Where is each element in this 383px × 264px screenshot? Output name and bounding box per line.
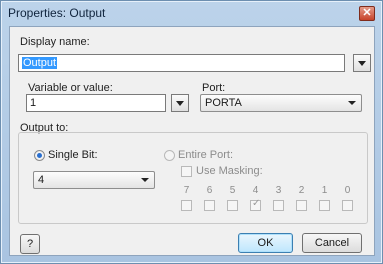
close-icon[interactable]: ✕ <box>359 6 375 21</box>
port-select[interactable]: PORTA <box>200 94 362 112</box>
dialog-body: Display name: Output Variable or value: … <box>9 26 375 256</box>
bit-select[interactable]: 4 <box>33 171 155 189</box>
bit-label: 5 <box>229 185 236 196</box>
use-masking-checkbox[interactable] <box>181 166 192 177</box>
port-value: PORTA <box>205 97 242 109</box>
variable-label: Variable or value: <box>28 82 113 94</box>
bit-label: 3 <box>275 185 282 196</box>
use-masking-label: Use Masking: <box>196 165 263 177</box>
bit-label: 6 <box>206 185 213 196</box>
bit-5-checkbox[interactable] <box>227 200 238 211</box>
bit-3-checkbox[interactable] <box>273 200 284 211</box>
port-label: Port: <box>202 82 226 94</box>
display-name-value: Output <box>22 57 58 69</box>
single-bit-radio[interactable] <box>34 150 45 161</box>
bit-2-checkbox[interactable] <box>296 200 307 211</box>
bit-4-checkbox[interactable] <box>250 198 261 211</box>
bit-label: 7 <box>183 185 190 196</box>
bit-6-checkbox[interactable] <box>204 200 215 211</box>
entire-port-label: Entire Port: <box>178 149 234 161</box>
help-button[interactable]: ? <box>20 234 40 254</box>
bit-1-checkbox[interactable] <box>319 200 330 211</box>
cancel-button[interactable]: Cancel <box>302 233 362 253</box>
display-name-label: Display name: <box>20 36 90 48</box>
title-bar[interactable]: Properties: Output ✕ <box>2 2 381 24</box>
bit-label: 2 <box>298 185 305 196</box>
ok-button[interactable]: OK <box>238 233 293 253</box>
variable-value: 1 <box>30 97 37 109</box>
chevron-down-icon[interactable] <box>171 94 189 112</box>
window-title: Properties: Output <box>8 6 106 20</box>
chevron-down-icon <box>141 178 149 182</box>
properties-dialog: Properties: Output ✕ Display name: Outpu… <box>0 0 383 264</box>
bit-value: 4 <box>38 174 45 186</box>
display-name-input[interactable]: Output <box>18 54 345 72</box>
single-bit-label: Single Bit: <box>48 149 98 161</box>
variable-input[interactable]: 1 <box>26 94 166 112</box>
bit-7-checkbox[interactable] <box>181 200 192 211</box>
bit-0-checkbox[interactable] <box>342 200 353 211</box>
chevron-down-icon[interactable] <box>353 54 371 72</box>
entire-port-radio[interactable] <box>164 150 175 161</box>
bit-label: 1 <box>321 185 328 196</box>
bit-label: 4 <box>252 185 259 196</box>
bit-label: 0 <box>344 185 351 196</box>
chevron-down-icon <box>348 101 356 105</box>
